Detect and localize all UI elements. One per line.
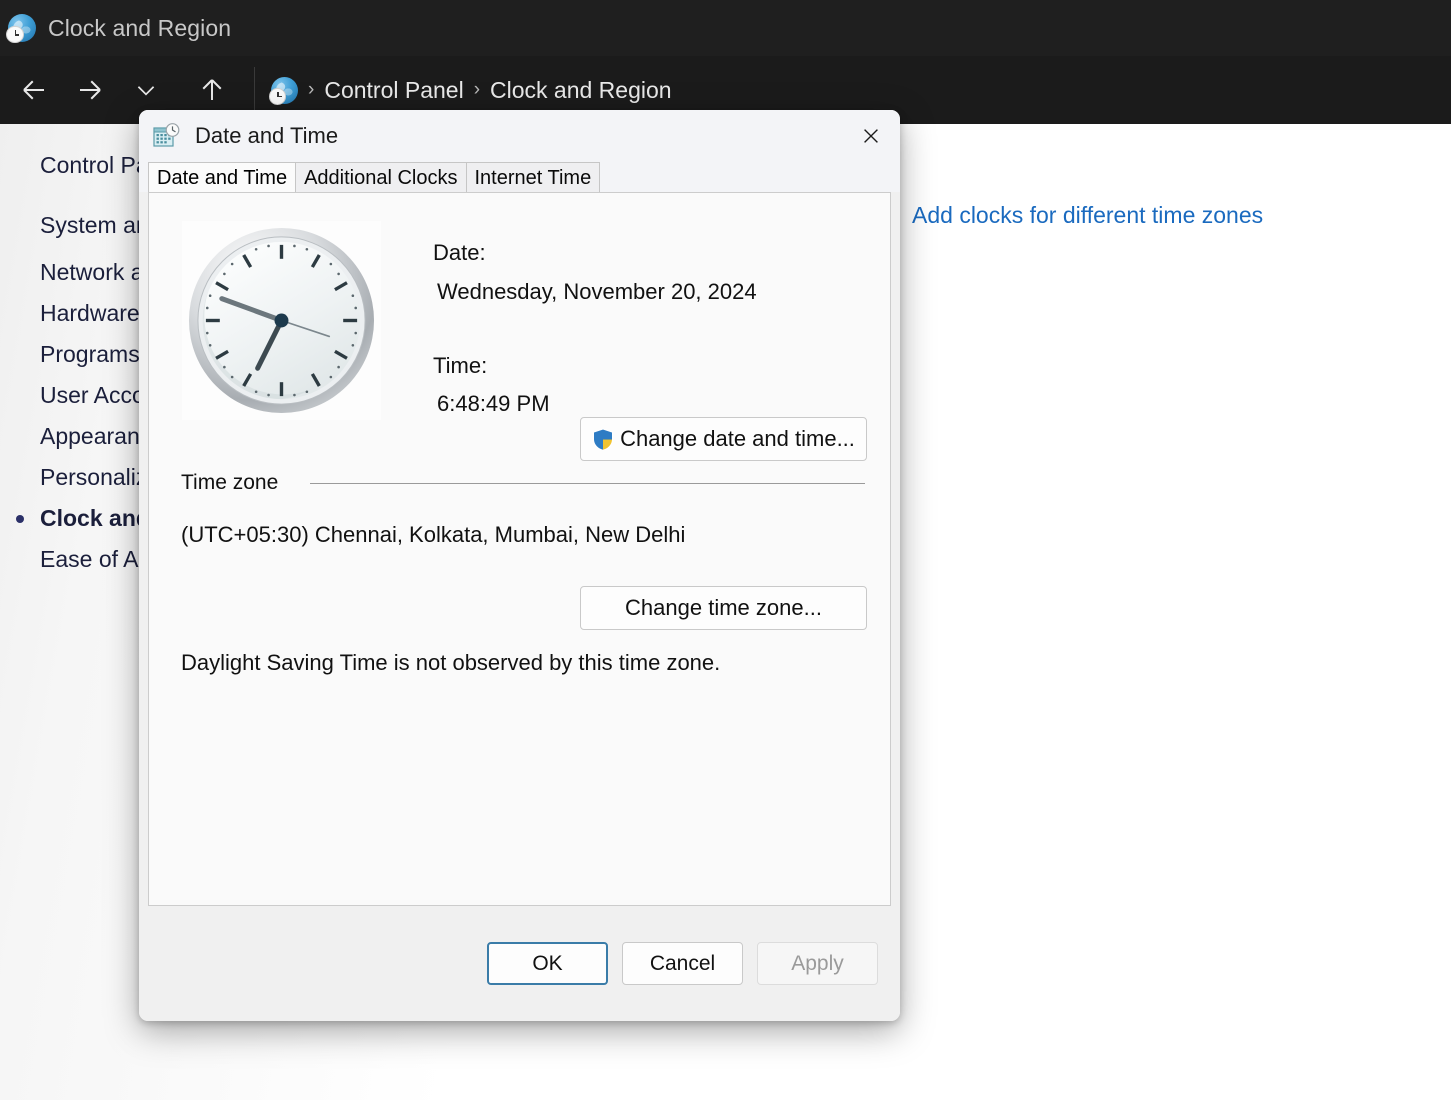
dialog-titlebar: Date and Time <box>139 110 900 162</box>
clock-globe-icon <box>271 77 298 104</box>
sidebar-item-label: Programs <box>40 341 140 367</box>
sidebar-item-label: System an <box>40 212 149 238</box>
recent-locations-button[interactable] <box>122 66 170 114</box>
change-date-and-time-button[interactable]: Change date and time... <box>580 417 867 461</box>
breadcrumb[interactable]: › Control Panel › Clock and Region <box>254 67 1451 113</box>
ok-button[interactable]: OK <box>487 942 608 985</box>
breadcrumb-separator: › <box>474 79 480 101</box>
change-time-zone-button[interactable]: Change time zone... <box>580 586 867 630</box>
tab-date-and-time[interactable]: Date and Time <box>148 162 296 192</box>
close-icon[interactable] <box>842 110 900 162</box>
tab-label: Internet Time <box>475 167 592 189</box>
dst-note: Daylight Saving Time is not observed by … <box>181 650 720 676</box>
change-time-zone-label: Change time zone... <box>625 595 822 621</box>
up-button[interactable] <box>188 66 236 114</box>
tab-label: Additional Clocks <box>304 167 457 189</box>
apply-label: Apply <box>791 952 844 976</box>
forward-button[interactable] <box>66 66 114 114</box>
date-and-time-dialog: Date and Time Date and Time Additional C… <box>139 110 900 1021</box>
analog-clock-icon <box>182 221 381 420</box>
date-label: Date: <box>433 240 486 266</box>
group-separator <box>310 483 865 484</box>
dialog-footer: OK Cancel Apply <box>139 906 900 1021</box>
sidebar-item-label: Clock and <box>40 505 150 531</box>
timezone-value: (UTC+05:30) Chennai, Kolkata, Mumbai, Ne… <box>181 522 685 548</box>
tab-additional-clocks[interactable]: Additional Clocks <box>295 162 466 192</box>
breadcrumb-item-control-panel[interactable]: Control Panel <box>324 77 463 104</box>
sidebar-item-label: Network a <box>40 259 144 285</box>
date-and-time-panel: Date: Wednesday, November 20, 2024 Time:… <box>148 192 891 906</box>
sidebar-item-label: Ease of Ac <box>40 546 150 572</box>
add-clocks-link[interactable]: Add clocks for different time zones <box>912 202 1263 229</box>
right-pane: Add clocks for different time zones <box>890 124 1451 1100</box>
sidebar-item-label: Appearanc <box>40 423 151 449</box>
window-title: Clock and Region <box>48 15 231 42</box>
uac-shield-icon <box>592 428 614 451</box>
apply-button[interactable]: Apply <box>757 942 878 985</box>
back-button[interactable] <box>10 66 58 114</box>
calendar-clock-icon <box>153 123 181 149</box>
dialog-tabs: Date and Time Additional Clocks Internet… <box>139 162 900 192</box>
breadcrumb-separator: › <box>308 79 314 101</box>
time-label: Time: <box>433 353 487 379</box>
sidebar-item-label: Hardware <box>40 300 140 326</box>
ok-label: OK <box>532 952 562 976</box>
timezone-group-title: Time zone <box>181 471 278 495</box>
change-date-and-time-label: Change date and time... <box>620 426 855 452</box>
dialog-title: Date and Time <box>195 123 338 149</box>
clock-globe-icon <box>8 14 36 42</box>
date-value: Wednesday, November 20, 2024 <box>437 279 757 305</box>
time-value: 6:48:49 PM <box>437 391 550 417</box>
tab-internet-time[interactable]: Internet Time <box>466 162 601 192</box>
breadcrumb-item-clock-and-region[interactable]: Clock and Region <box>490 77 672 104</box>
cancel-button[interactable]: Cancel <box>622 942 743 985</box>
selected-bullet-icon <box>16 515 24 523</box>
tab-label: Date and Time <box>157 167 287 189</box>
cancel-label: Cancel <box>650 952 715 976</box>
window-titlebar: Clock and Region <box>0 0 1451 56</box>
add-clocks-link-row[interactable]: Add clocks for different time zones <box>890 202 1451 229</box>
